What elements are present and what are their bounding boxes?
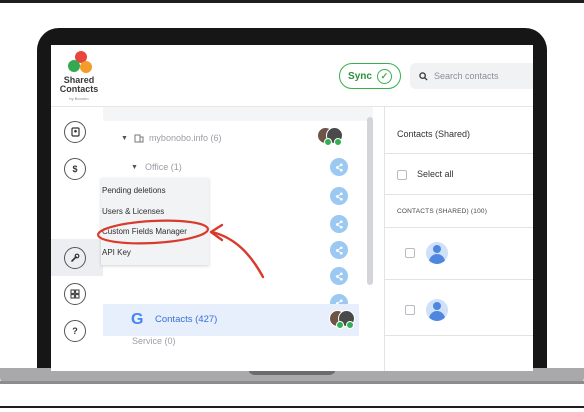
laptop-screen: Shared Contacts by Bonobo Sync ✓ Search … (51, 45, 533, 371)
bottom-rule (0, 406, 584, 408)
red-annotation (96, 219, 265, 279)
stage: Shared Contacts by Bonobo Sync ✓ Search … (0, 0, 584, 412)
laptop-base-shadow (0, 381, 584, 384)
top-rule (0, 0, 584, 3)
annotation-circle (96, 219, 210, 245)
